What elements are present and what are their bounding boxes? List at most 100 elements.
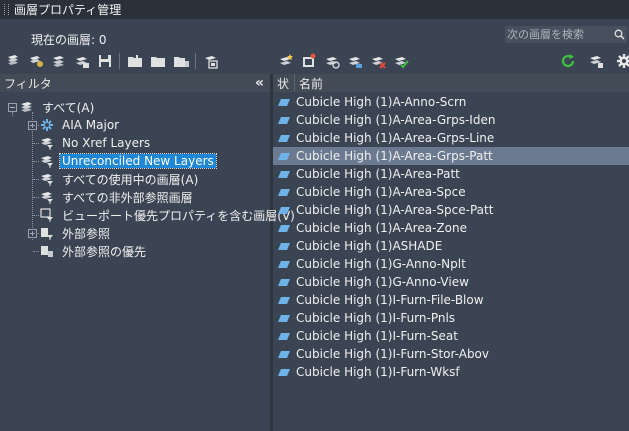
collapse-icon[interactable]: − — [8, 102, 17, 112]
filter-icon — [40, 190, 54, 204]
folder-new-icon[interactable] — [126, 53, 143, 70]
xref-icon — [40, 226, 54, 240]
layer-row[interactable]: Cubicle High (1)A-Area-Grps-Patt — [273, 147, 629, 165]
filter-tree-item[interactable]: No Xref Layers — [0, 134, 270, 152]
filter-tree-label: No Xref Layers — [62, 136, 151, 150]
layer-row[interactable]: Cubicle High (1)A-Area-Spce-Patt — [273, 201, 629, 219]
layer-row[interactable]: Cubicle High (1)G-Anno-Nplt — [273, 255, 629, 273]
layer-list-header: 状 名前 — [273, 74, 629, 92]
layer-icon — [273, 170, 295, 179]
layer-row[interactable]: Cubicle High (1)A-Area-Zone — [273, 219, 629, 237]
filter-tree-item[interactable]: 外部参照の優先 — [0, 242, 270, 260]
layer-row[interactable]: Cubicle High (1)G-Anno-View — [273, 273, 629, 291]
xref-override-icon — [40, 244, 54, 258]
layer-icon — [273, 152, 295, 161]
layer-row[interactable]: Cubicle High (1)A-Area-Grps-Line — [273, 129, 629, 147]
layer-states-icon[interactable] — [50, 53, 67, 70]
collapse-filter-button[interactable]: « — [255, 75, 264, 91]
drag-grip[interactable] — [4, 4, 9, 15]
new-property-filter-icon[interactable] — [4, 53, 21, 70]
layer-name: Cubicle High (1)A-Area-Grps-Iden — [296, 113, 496, 127]
tree-connector — [33, 179, 39, 180]
layer-row[interactable]: Cubicle High (1)I-Furn-Pnls — [273, 309, 629, 327]
layer-icon — [273, 134, 295, 143]
filter-tree-item[interactable]: Unreconciled New Layers — [0, 152, 270, 170]
layer-row[interactable]: Cubicle High (1)I-Furn-File-Blow — [273, 291, 629, 309]
toolbar-separator — [119, 53, 120, 69]
tree-connector — [33, 215, 39, 216]
filter-tree-item[interactable]: + AIA Major — [0, 116, 270, 134]
layer-icon — [273, 314, 295, 323]
layer-walk-icon[interactable] — [323, 53, 340, 70]
folder-move-icon[interactable] — [172, 53, 189, 70]
layer-icon — [273, 368, 295, 377]
refresh-icon[interactable] — [559, 53, 576, 70]
layer-row[interactable]: Cubicle High (1)ASHADE — [273, 237, 629, 255]
layer-name: Cubicle High (1)I-Furn-Pnls — [296, 311, 456, 325]
property-filter-icon — [40, 118, 54, 132]
layer-icon — [273, 296, 295, 305]
filter-tree-label: すべて(A) — [42, 100, 95, 115]
layer-icon — [273, 260, 295, 269]
layer-name: Cubicle High (1)A-Area-Grps-Patt — [296, 149, 493, 163]
layer-states-manager-icon[interactable] — [73, 53, 90, 70]
layer-name: Cubicle High (1)A-Area-Grps-Line — [296, 131, 495, 145]
tree-connector — [33, 143, 39, 144]
filter-tree-label: AIA Major — [62, 118, 120, 132]
filter-panel-header: フィルタ « — [0, 74, 270, 92]
layer-row[interactable]: Cubicle High (1)A-Anno-Scrn — [273, 93, 629, 111]
column-header-state[interactable]: 状 — [273, 75, 294, 92]
layer-row[interactable]: Cubicle High (1)I-Furn-Stor-Abov — [273, 345, 629, 363]
search-icon[interactable] — [611, 26, 627, 43]
layer-icon — [273, 188, 295, 197]
layer-translate-icon[interactable] — [202, 53, 219, 70]
filter-tree-item[interactable]: + 外部参照 — [0, 224, 270, 242]
layer-icon — [273, 98, 295, 107]
layer-name: Cubicle High (1)A-Anno-Scrn — [296, 95, 467, 109]
tree-connector — [12, 112, 13, 116]
layer-name: Cubicle High (1)A-Area-Patt — [296, 167, 460, 181]
layer-name: Cubicle High (1)A-Area-Spce — [296, 185, 466, 199]
layer-icon — [273, 350, 295, 359]
filter-tree-item[interactable]: ビューポート優先プロパティを含む画層(V) — [0, 206, 295, 224]
filter-tree-item[interactable]: − すべて(A) — [0, 98, 270, 116]
search-input[interactable] — [505, 28, 611, 41]
save-icon[interactable] — [96, 53, 113, 70]
set-current-icon[interactable] — [392, 53, 409, 70]
tree-connector — [33, 233, 39, 234]
layer-name: Cubicle High (1)I-Furn-Seat — [296, 329, 458, 343]
folder-icon[interactable] — [149, 53, 166, 70]
column-header-name[interactable]: 名前 — [294, 74, 323, 92]
filter-tree-item[interactable]: すべての使用中の画層(A) — [0, 170, 270, 188]
filter-icon — [40, 136, 54, 150]
filter-header-label: フィルタ — [4, 76, 52, 91]
tree-connector — [33, 125, 39, 126]
layer-name: Cubicle High (1)G-Anno-Nplt — [296, 257, 466, 271]
layer-row[interactable]: Cubicle High (1)I-Furn-Seat — [273, 327, 629, 345]
layer-icon — [273, 278, 295, 287]
new-group-filter-icon[interactable] — [27, 53, 44, 70]
layer-settings-icon[interactable] — [346, 53, 363, 70]
layer-icon — [273, 206, 295, 215]
layer-name: Cubicle High (1)A-Area-Zone — [296, 221, 467, 235]
layer-name: Cubicle High (1)ASHADE — [296, 239, 443, 253]
new-layer-icon[interactable] — [277, 53, 294, 70]
tree-connector — [33, 197, 39, 198]
gear-icon[interactable] — [615, 53, 629, 70]
layer-row[interactable]: Cubicle High (1)A-Area-Spce — [273, 183, 629, 201]
layer-display-icon[interactable] — [587, 53, 604, 70]
new-layer-vp-frozen-icon[interactable] — [300, 53, 317, 70]
current-layer-label: 現在の画層: 0 — [31, 33, 107, 47]
layer-list: Cubicle High (1)A-Anno-Scrn Cubicle High … — [273, 93, 629, 381]
view-toolbar — [559, 52, 629, 70]
layer-row[interactable]: Cubicle High (1)I-Furn-Wksf — [273, 363, 629, 381]
layer-row[interactable]: Cubicle High (1)A-Area-Patt — [273, 165, 629, 183]
tree-connector — [32, 112, 33, 240]
search-box[interactable] — [505, 26, 627, 43]
layer-row[interactable]: Cubicle High (1)A-Area-Grps-Iden — [273, 111, 629, 129]
filter-tree-item[interactable]: すべての非外部参照画層 — [0, 188, 270, 206]
filter-tree-label: 外部参照 — [62, 226, 111, 241]
title-bar[interactable]: 画層プロパティ管理 — [0, 0, 629, 19]
layer-icon — [273, 116, 295, 125]
delete-layer-icon[interactable] — [369, 53, 386, 70]
